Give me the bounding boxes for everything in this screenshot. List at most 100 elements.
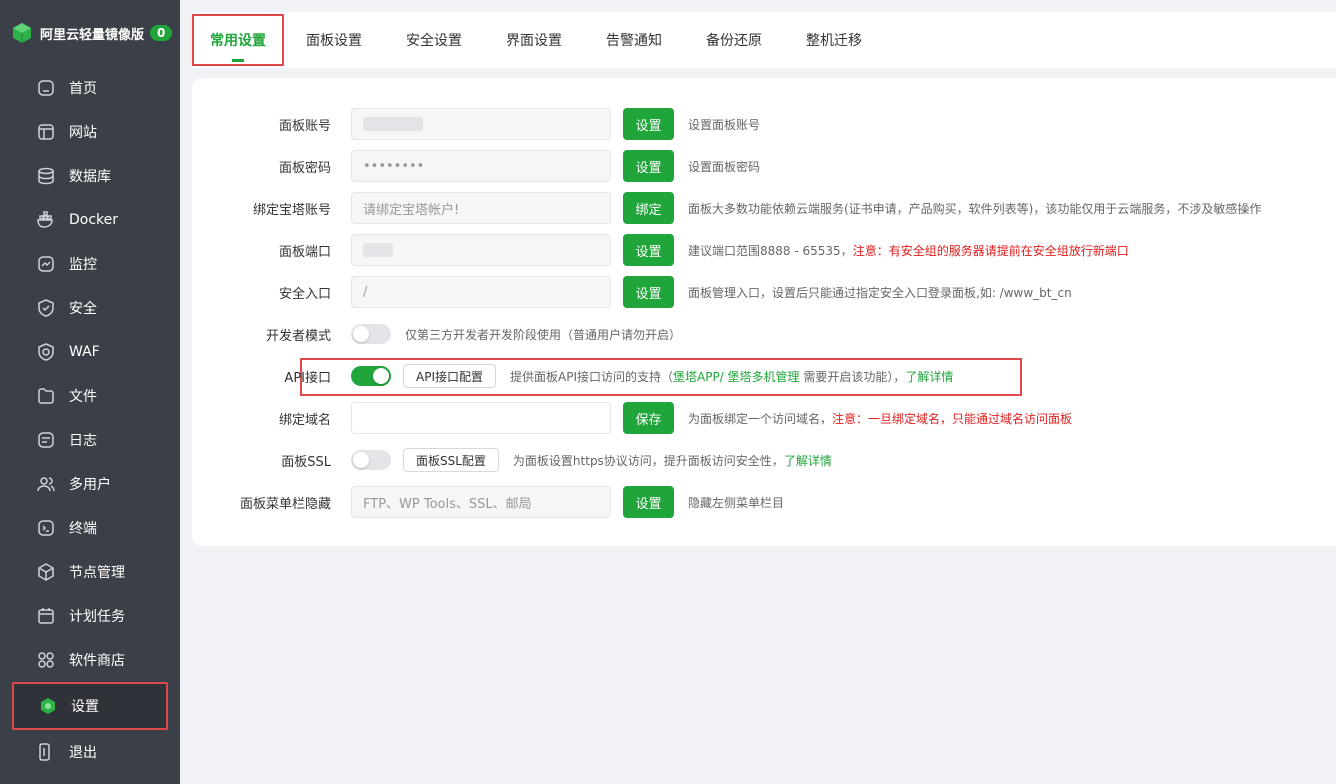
sidebar-item-7[interactable]: 文件 bbox=[0, 374, 180, 418]
menu-hide-input[interactable]: FTP、WP Tools、SSL、邮局 bbox=[351, 486, 611, 518]
database-icon bbox=[36, 166, 56, 186]
notification-badge[interactable]: 0 bbox=[150, 25, 173, 41]
calendar-icon bbox=[36, 606, 56, 626]
password-hint: 设置面板密码 bbox=[688, 159, 761, 174]
tab-3[interactable]: 界面设置 bbox=[484, 12, 584, 68]
port-label: 面板端口 bbox=[278, 244, 331, 260]
password-set-button[interactable]: 设置 bbox=[623, 150, 674, 182]
monitor-icon bbox=[36, 254, 56, 274]
sidebar-item-14[interactable]: 设置 bbox=[12, 682, 168, 730]
sidebar-item-label: 文件 bbox=[69, 389, 97, 405]
logo-icon bbox=[13, 23, 31, 43]
menu-hide-set-button[interactable]: 设置 bbox=[623, 486, 674, 518]
bind-bt-label: 绑定宝塔账号 bbox=[252, 202, 331, 218]
row-bind-bt: 绑定宝塔账号 请绑定宝塔帐户! 绑定 面板大多数功能依赖云端服务(证书申请，产品… bbox=[192, 192, 1261, 224]
docker-icon bbox=[36, 210, 56, 230]
sidebar-item-label: 退出 bbox=[69, 745, 97, 761]
sidebar-item-9[interactable]: 多用户 bbox=[0, 462, 180, 506]
api-more-link[interactable]: 了解详情 bbox=[905, 370, 953, 384]
row-password: 面板密码 •••••••• 设置 设置面板密码 bbox=[192, 150, 760, 182]
row-domain: 绑定域名 保存 为面板绑定一个访问域名，注意：一旦绑定域名，只能通过域名访问面板 bbox=[192, 402, 1072, 434]
account-hint: 设置面板账号 bbox=[688, 117, 761, 132]
bind-bt-button[interactable]: 绑定 bbox=[623, 192, 674, 224]
tab-6[interactable]: 整机迁移 bbox=[784, 12, 884, 68]
account-label: 面板账号 bbox=[278, 118, 331, 134]
sidebar-item-label: 终端 bbox=[69, 521, 97, 537]
menu-hide-hint: 隐藏左侧菜单栏目 bbox=[688, 495, 785, 510]
password-value: •••••••• bbox=[363, 158, 425, 174]
tab-4[interactable]: 告警通知 bbox=[584, 12, 684, 68]
ssl-more-link[interactable]: 了解详情 bbox=[784, 454, 832, 468]
entry-label: 安全入口 bbox=[278, 286, 331, 302]
tab-1[interactable]: 面板设置 bbox=[284, 12, 384, 68]
row-ssl: 面板SSL 面板SSL配置 为面板设置https协议访问，提升面板访问安全性，了… bbox=[192, 444, 832, 476]
website-icon bbox=[36, 122, 56, 142]
api-label: API接口 bbox=[284, 370, 331, 386]
brand: 阿里云轻量镜像版 0 bbox=[0, 0, 180, 66]
account-input[interactable] bbox=[351, 108, 611, 140]
sidebar-item-6[interactable]: WAF bbox=[0, 330, 180, 374]
domain-save-button[interactable]: 保存 bbox=[623, 402, 674, 434]
account-set-button[interactable]: 设置 bbox=[623, 108, 674, 140]
sidebar-item-label: 网站 bbox=[69, 125, 97, 141]
sidebar-item-8[interactable]: 日志 bbox=[0, 418, 180, 462]
sidebar-item-15[interactable]: 退出 bbox=[0, 730, 180, 774]
sidebar-item-12[interactable]: 计划任务 bbox=[0, 594, 180, 638]
api-hint-text: 提供面板API接口访问的支持（ bbox=[510, 369, 673, 384]
row-account: 面板账号 设置 设置面板账号 bbox=[192, 108, 760, 140]
port-set-button[interactable]: 设置 bbox=[623, 234, 674, 266]
domain-input[interactable] bbox=[351, 402, 611, 434]
domain-hint-warning: 注意：一旦绑定域名，只能通过域名访问面板 bbox=[832, 411, 1073, 426]
sidebar-item-label: 安全 bbox=[69, 301, 97, 317]
sidebar-item-3[interactable]: Docker bbox=[0, 198, 180, 242]
api-app-link[interactable]: 堡塔APP/ 堡塔多机管理 bbox=[673, 370, 800, 384]
api-config-button[interactable]: API接口配置 bbox=[403, 364, 496, 388]
tab-0[interactable]: 常用设置 bbox=[192, 14, 284, 66]
sidebar-item-label: 多用户 bbox=[69, 477, 111, 493]
tab-5[interactable]: 备份还原 bbox=[684, 12, 784, 68]
row-port: 面板端口 设置 建议端口范围8888 - 65535，注意：有安全组的服务器请提… bbox=[192, 234, 1129, 266]
sidebar: 阿里云轻量镜像版 0 首页网站数据库 Docker 监控安全 WAF 文件日志多用户终端… bbox=[0, 0, 180, 784]
settings-icon bbox=[38, 696, 58, 716]
api-toggle[interactable] bbox=[351, 366, 391, 386]
bind-bt-hint: 面板大多数功能依赖云端服务(证书申请，产品购买，软件列表等)，该功能仅用于云端服… bbox=[688, 201, 1262, 216]
menu-hide-placeholder: FTP、WP Tools、SSL、邮局 bbox=[363, 496, 532, 512]
terminal-icon bbox=[36, 518, 56, 538]
ssl-toggle[interactable] bbox=[351, 450, 391, 470]
sidebar-item-2[interactable]: 数据库 bbox=[0, 154, 180, 198]
bind-bt-input[interactable]: 请绑定宝塔帐户! bbox=[351, 192, 611, 224]
sidebar-item-label: Docker bbox=[69, 212, 119, 228]
settings-panel: 面板账号 设置 设置面板账号 面板密码 •••••••• 设置 设置面板密码 绑… bbox=[192, 78, 1336, 546]
sidebar-item-13[interactable]: 软件商店 bbox=[0, 638, 180, 682]
entry-input[interactable]: / bbox=[351, 276, 611, 308]
redacted-value bbox=[363, 243, 393, 257]
folder-icon bbox=[36, 386, 56, 406]
sidebar-item-4[interactable]: 监控 bbox=[0, 242, 180, 286]
dev-mode-toggle[interactable] bbox=[351, 324, 391, 344]
sidebar-item-10[interactable]: 终端 bbox=[0, 506, 180, 550]
sidebar-item-11[interactable]: 节点管理 bbox=[0, 550, 180, 594]
log-icon bbox=[36, 430, 56, 450]
entry-hint: 面板管理入口，设置后只能通过指定安全入口登录面板,如: /www_bt_cn bbox=[688, 285, 1072, 300]
sidebar-item-label: WAF bbox=[69, 344, 100, 360]
row-menu-hide: 面板菜单栏隐藏 FTP、WP Tools、SSL、邮局 设置 隐藏左侧菜单栏目 bbox=[192, 486, 784, 518]
bind-bt-placeholder: 请绑定宝塔帐户! bbox=[363, 202, 460, 218]
tab-2[interactable]: 安全设置 bbox=[384, 12, 484, 68]
settings-tabs: 常用设置 面板设置 安全设置 界面设置 告警通知 备份还原 整机迁移 bbox=[192, 12, 1336, 68]
sidebar-item-label: 数据库 bbox=[69, 169, 111, 185]
shield-icon bbox=[36, 298, 56, 318]
menu-hide-label: 面板菜单栏隐藏 bbox=[239, 496, 331, 512]
sidebar-item-1[interactable]: 网站 bbox=[0, 110, 180, 154]
row-api: API接口 API接口配置 提供面板API接口访问的支持（堡塔APP/ 堡塔多机… bbox=[192, 360, 953, 392]
password-input[interactable]: •••••••• bbox=[351, 150, 611, 182]
sidebar-item-5[interactable]: 安全 bbox=[0, 286, 180, 330]
sidebar-item-label: 节点管理 bbox=[69, 565, 125, 581]
sidebar-item-label: 设置 bbox=[71, 699, 99, 715]
sidebar-item-label: 计划任务 bbox=[69, 609, 125, 625]
entry-set-button[interactable]: 设置 bbox=[623, 276, 674, 308]
ssl-config-button[interactable]: 面板SSL配置 bbox=[403, 448, 499, 472]
redacted-value bbox=[363, 117, 423, 131]
sidebar-item-label: 日志 bbox=[69, 433, 97, 449]
sidebar-item-0[interactable]: 首页 bbox=[0, 66, 180, 110]
port-input[interactable] bbox=[351, 234, 611, 266]
